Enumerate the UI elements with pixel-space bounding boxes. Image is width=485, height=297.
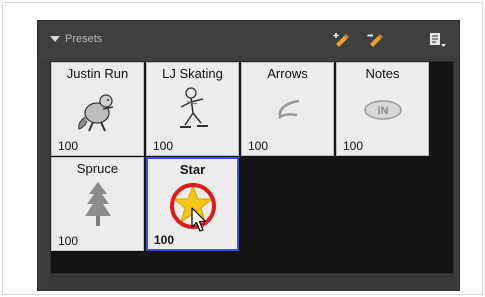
preset-size: 100 — [58, 139, 79, 153]
presets-toolbar: Presets — [38, 21, 459, 59]
new-preset-icon — [333, 33, 349, 47]
preset-size: 100 — [58, 234, 79, 248]
arrow-stroke-icon — [242, 85, 333, 135]
preset-tile-notes[interactable]: Notes IN 100 — [336, 62, 429, 156]
presets-grid: Justin Run 100 LJ Skating 100 Arrows 100… — [50, 61, 454, 274]
preset-tile-justin-run[interactable]: Justin Run 100 — [51, 62, 144, 156]
panel-bottom-strip — [50, 276, 454, 287]
notes-bubble-icon: IN — [337, 85, 428, 135]
beaver-running-icon — [52, 85, 143, 135]
preset-tile-arrows[interactable]: Arrows 100 — [241, 62, 334, 156]
preset-tile-spruce[interactable]: Spruce 100 — [51, 157, 144, 251]
delete-preset-button[interactable] — [366, 31, 384, 49]
mouse-cursor-icon — [191, 207, 207, 232]
screenshot-frame: Presets Justin Run 100 LJ Skating 100 Ar… — [2, 2, 483, 295]
preset-name: Justin Run — [66, 66, 129, 81]
delete-preset-icon — [367, 34, 383, 47]
preset-name: Arrows — [267, 66, 308, 81]
preset-name: Spruce — [76, 161, 119, 176]
menu-icon — [430, 33, 446, 47]
preset-size: 100 — [153, 139, 174, 153]
panel-menu-button[interactable] — [428, 31, 446, 49]
spruce-tree-icon — [52, 180, 143, 230]
preset-size: 100 — [154, 233, 175, 247]
svg-text:IN: IN — [377, 105, 388, 117]
new-preset-button[interactable] — [332, 31, 350, 49]
presets-panel: Presets Justin Run 100 LJ Skating 100 Ar… — [37, 20, 460, 291]
collapse-triangle-icon[interactable] — [50, 36, 60, 42]
preset-name: Star — [179, 162, 206, 177]
skater-icon — [147, 85, 238, 135]
preset-size: 100 — [248, 139, 269, 153]
preset-name: Notes — [365, 66, 400, 81]
preset-tile-star[interactable]: Star 100 — [146, 157, 239, 251]
presets-header[interactable]: Presets — [50, 33, 102, 45]
presets-title: Presets — [65, 33, 103, 45]
preset-tile-lj-skating[interactable]: LJ Skating 100 — [146, 62, 239, 156]
preset-name: LJ Skating — [162, 66, 223, 81]
preset-size: 100 — [343, 139, 364, 153]
